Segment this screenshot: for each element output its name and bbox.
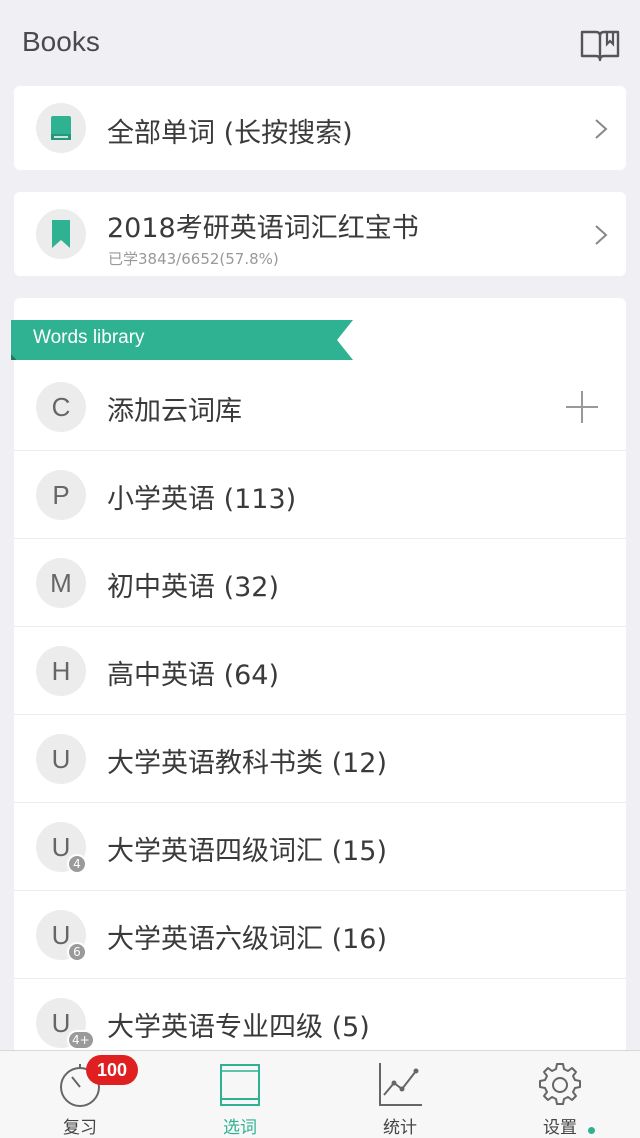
tab-label: 统计	[383, 1118, 417, 1138]
list-item-label: 添加云词库	[107, 396, 242, 427]
avatar	[36, 209, 86, 259]
avatar-letter: U	[51, 743, 71, 774]
list-item-add-cloud[interactable]: C 添加云词库	[14, 363, 626, 451]
page-title: Books	[22, 26, 100, 57]
tab-review[interactable]: 100 复习	[0, 1051, 160, 1138]
list-item-label: 初中英语 (32)	[107, 572, 280, 603]
avatar-letter: C	[51, 391, 71, 422]
list-item-label: 大学英语六级词汇 (16)	[107, 924, 388, 955]
bottom-tab-bar: 100 复习 选词 统计 设置	[0, 1050, 640, 1138]
review-count-badge: 100	[86, 1055, 138, 1085]
avatar: C	[36, 382, 86, 432]
avatar-letter: H	[51, 655, 71, 686]
gear-icon	[539, 1063, 581, 1105]
chevron-right-icon	[595, 119, 608, 139]
avatar: M	[36, 558, 86, 608]
avatar: P	[36, 470, 86, 520]
book-progress-text: 已学3843/6652(57.8%)	[108, 250, 279, 268]
ribbon-label: Words library	[33, 327, 145, 348]
list-item[interactable]: M 初中英语 (32)	[14, 539, 626, 627]
open-book-icon[interactable]	[580, 28, 620, 62]
header: Books	[0, 0, 640, 86]
book-icon	[51, 116, 71, 140]
words-library-list: C 添加云词库 P 小学英语 (113) M 初中英语 (32) H 高中英语 …	[14, 298, 626, 1058]
avatar	[36, 103, 86, 153]
notification-dot	[588, 1127, 595, 1134]
plus-icon[interactable]	[564, 389, 600, 425]
avatar-letter: P	[52, 479, 70, 510]
avatar-letter: M	[50, 567, 72, 598]
line-chart-icon	[379, 1063, 422, 1106]
level-badge: 4+	[67, 1030, 95, 1050]
words-library-ribbon: Words library	[11, 320, 353, 360]
list-item[interactable]: U 4+ 大学英语专业四级 (5)	[14, 979, 626, 1058]
tab-settings[interactable]: 设置	[480, 1051, 640, 1138]
book-title: 2018考研英语词汇红宝书	[107, 213, 419, 244]
book-icon	[220, 1064, 260, 1106]
list-item[interactable]: P 小学英语 (113)	[14, 451, 626, 539]
tab-label: 复习	[63, 1118, 97, 1138]
list-item[interactable]: U 4 大学英语四级词汇 (15)	[14, 803, 626, 891]
list-item-label: 大学英语教科书类 (12)	[107, 748, 388, 779]
all-words-card[interactable]: 全部单词 (长按搜索)	[14, 86, 626, 170]
avatar: H	[36, 646, 86, 696]
chevron-right-icon	[595, 225, 608, 245]
list-item[interactable]: U 6 大学英语六级词汇 (16)	[14, 891, 626, 979]
tab-label: 设置	[543, 1118, 577, 1138]
list-item[interactable]: H 高中英语 (64)	[14, 627, 626, 715]
list-item-label: 大学英语四级词汇 (15)	[107, 836, 388, 867]
list-item-label: 大学英语专业四级 (5)	[107, 1012, 370, 1043]
list-item[interactable]: U 大学英语教科书类 (12)	[14, 715, 626, 803]
tab-label: 选词	[223, 1118, 257, 1138]
level-badge: 6	[67, 942, 87, 962]
tab-select-words[interactable]: 选词	[160, 1051, 320, 1138]
current-book-card[interactable]: 2018考研英语词汇红宝书 已学3843/6652(57.8%)	[14, 192, 626, 276]
list-item-label: 高中英语 (64)	[107, 660, 280, 691]
avatar: U	[36, 734, 86, 784]
list-item-label: 小学英语 (113)	[107, 484, 297, 515]
level-badge: 4	[67, 854, 87, 874]
tab-statistics[interactable]: 统计	[320, 1051, 480, 1138]
all-words-title: 全部单词 (长按搜索)	[107, 118, 353, 149]
bookmark-icon	[52, 220, 70, 248]
